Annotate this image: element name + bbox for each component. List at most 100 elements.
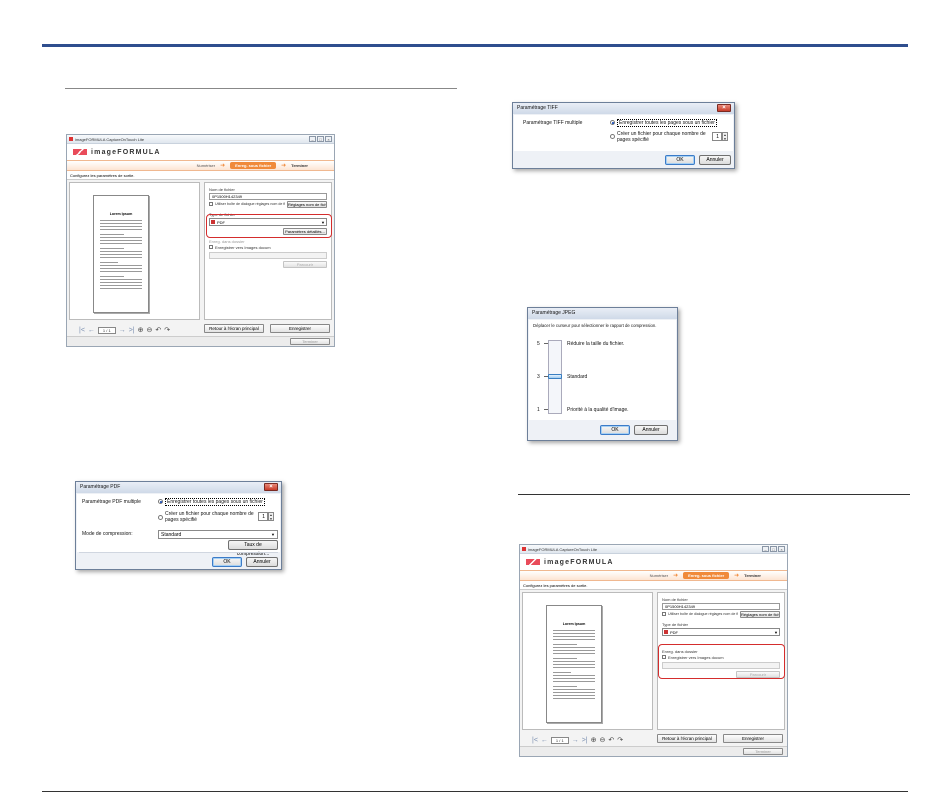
- split-pages-radio[interactable]: [610, 134, 615, 139]
- use-settings-label: Utiliser boîte de dialogue réglages nom …: [668, 612, 738, 616]
- file-name-field[interactable]: 0P1500H142349: [662, 603, 780, 610]
- prev-page-icon[interactable]: ←: [88, 327, 95, 334]
- cancel-button[interactable]: Annuler: [634, 425, 668, 435]
- close-button[interactable]: ×: [778, 546, 785, 552]
- app-icon: [69, 137, 73, 141]
- first-page-icon[interactable]: |<: [79, 327, 85, 334]
- compression-mode-label: Mode de compression:: [82, 531, 133, 537]
- jpeg-settings-dialog: Paramétrage JPEG Déplacer le curseur pou…: [527, 307, 678, 441]
- stepper-arrows-icon[interactable]: ▲ ▼: [722, 132, 728, 141]
- file-name-label: Nom de fichier: [209, 187, 235, 192]
- minimize-button[interactable]: –: [762, 546, 769, 552]
- save-button[interactable]: Enregistrer: [723, 734, 783, 743]
- app-icon: [522, 547, 526, 551]
- cancel-button[interactable]: Annuler: [699, 155, 731, 165]
- rotate-right-icon[interactable]: ↷: [617, 736, 623, 744]
- tiff-settings-dialog: Paramétrage TIFF × Paramétrage TIFF mult…: [512, 102, 735, 169]
- close-button[interactable]: ×: [325, 136, 332, 142]
- zoom-in-icon[interactable]: ⊕: [138, 326, 144, 334]
- save-button[interactable]: Enregistrer: [270, 324, 330, 333]
- dialog-title: Paramétrage JPEG: [532, 310, 576, 316]
- window-title: imageFORMULA CaptureOnTouch Lite: [75, 137, 145, 142]
- return-main-button[interactable]: Retour à l'écran principal: [204, 324, 264, 333]
- brand-bar: imageFORMULA: [520, 554, 787, 570]
- maximize-button[interactable]: □: [317, 136, 324, 142]
- file-type-select[interactable]: PDF ▼: [662, 628, 780, 636]
- window-footer: Terminer: [67, 336, 334, 346]
- exit-button[interactable]: Terminer: [743, 748, 783, 755]
- level-5-text: Réduire la taille du fichier.: [567, 341, 625, 347]
- dialog-title-bar: Paramétrage TIFF ×: [513, 103, 734, 114]
- ok-button[interactable]: OK: [665, 155, 695, 165]
- dialog-title-bar: Paramétrage JPEG: [528, 308, 677, 319]
- use-settings-checkbox[interactable]: [209, 202, 213, 206]
- step-finish: Terminer: [291, 163, 308, 168]
- preview-navigation: |< ← 1 / 1 → >| ⊕ ⊖ ↶ ↷: [532, 736, 623, 744]
- multi-tiff-label: Paramétrage TIFF multiple: [523, 120, 583, 126]
- save-folder-label: Enreg. dans dossier: [209, 239, 245, 244]
- page-count-stepper[interactable]: 1: [258, 512, 268, 521]
- close-icon[interactable]: ×: [264, 483, 278, 491]
- ok-button[interactable]: OK: [600, 425, 630, 435]
- compression-rate-button[interactable]: Taux de compression...: [228, 540, 278, 557]
- ok-button[interactable]: OK: [212, 557, 242, 567]
- pdf-settings-dialog: Paramétrage PDF × Paramétrage PDF multip…: [75, 481, 282, 570]
- rotate-right-icon[interactable]: ↷: [164, 326, 170, 334]
- last-page-icon[interactable]: >|: [129, 327, 135, 334]
- instruction-text: Configurez les paramètres de sortie.: [520, 581, 787, 590]
- app-window-save-folder: imageFORMULA CaptureOnTouch Lite – □ × i…: [519, 544, 788, 757]
- chevron-down-icon: ▼: [774, 630, 778, 635]
- page-indicator: 1 / 1: [97, 326, 116, 334]
- app-window-file-type: imageFORMULA CaptureOnTouch Lite – □ × i…: [66, 134, 335, 347]
- step-finish: Terminer: [744, 573, 761, 578]
- dialog-separator: [79, 552, 278, 553]
- minimize-button[interactable]: –: [309, 136, 316, 142]
- first-page-icon[interactable]: |<: [532, 737, 538, 744]
- brand-name: imageFORMULA: [544, 558, 614, 566]
- rotate-left-icon[interactable]: ↶: [608, 736, 614, 744]
- close-icon[interactable]: ×: [717, 104, 731, 112]
- return-main-button[interactable]: Retour à l'écran principal: [657, 734, 717, 743]
- section-rule-right: [518, 494, 910, 495]
- brand-logo-icon: [526, 559, 540, 565]
- save-in-folder-checkbox[interactable]: [209, 245, 213, 249]
- single-file-radio[interactable]: [610, 120, 615, 125]
- level-3-text: Standard: [567, 374, 588, 380]
- file-name-settings-button[interactable]: Réglages nom de fichier: [287, 201, 327, 208]
- zoom-out-icon[interactable]: ⊖: [599, 736, 605, 744]
- prev-page-icon[interactable]: ←: [541, 737, 548, 744]
- stepper-arrows-icon[interactable]: ▲ ▼: [268, 512, 274, 521]
- save-in-folder-label: Enregistrer vers Images docum: [215, 245, 271, 250]
- use-settings-checkbox[interactable]: [662, 612, 666, 616]
- split-pages-radio[interactable]: [158, 515, 163, 520]
- compression-slider-thumb[interactable]: [548, 374, 562, 379]
- page-count-stepper[interactable]: 1: [712, 132, 722, 141]
- compression-mode-select[interactable]: Standard ▼: [158, 530, 278, 539]
- split-pages-label-2[interactable]: pages spécifié: [165, 517, 197, 523]
- zoom-out-icon[interactable]: ⊖: [146, 326, 152, 334]
- single-file-label[interactable]: Enregistrer toutes les pages sous un fic…: [165, 498, 265, 506]
- single-file-label[interactable]: Enregistrer toutes les pages sous un fic…: [617, 119, 717, 127]
- next-page-icon[interactable]: →: [572, 737, 579, 744]
- step-bar: Numériser ➜ Enreg. sous fichier ➜ Termin…: [520, 570, 787, 581]
- last-page-icon[interactable]: >|: [582, 737, 588, 744]
- highlight-file-type: [206, 214, 332, 238]
- folder-path-field[interactable]: [209, 252, 327, 259]
- rotate-left-icon[interactable]: ↶: [155, 326, 161, 334]
- single-file-radio[interactable]: [158, 499, 163, 504]
- brand-bar: imageFORMULA: [67, 144, 334, 160]
- split-pages-label-2[interactable]: pages spécifié: [617, 137, 649, 143]
- file-name-field[interactable]: 0P1500H142349: [209, 193, 327, 200]
- next-page-icon[interactable]: →: [119, 327, 126, 334]
- dialog-title: Paramétrage TIFF: [517, 105, 558, 111]
- arrow-right-icon: ➜: [220, 163, 226, 169]
- browse-button[interactable]: Parcourir: [283, 261, 327, 268]
- use-settings-label: Utiliser boîte de dialogue réglages nom …: [215, 202, 285, 206]
- cancel-button[interactable]: Annuler: [246, 557, 278, 567]
- dialog-title: Paramétrage PDF: [80, 484, 121, 490]
- arrow-right-icon: ➜: [673, 573, 679, 579]
- exit-button[interactable]: Terminer: [290, 338, 330, 345]
- maximize-button[interactable]: □: [770, 546, 777, 552]
- zoom-in-icon[interactable]: ⊕: [591, 736, 597, 744]
- file-name-settings-button[interactable]: Réglages nom de fichier: [740, 611, 780, 618]
